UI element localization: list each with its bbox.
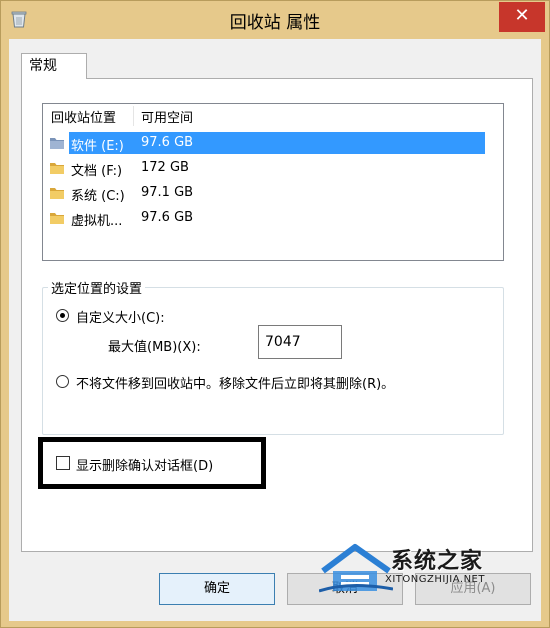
confirm-delete-label[interactable]: 显示删除确认对话框(D) [76, 455, 213, 474]
free-space-value: 97.6 GB [141, 135, 194, 150]
free-space-value: 172 GB [141, 160, 189, 175]
list-item[interactable]: 软件 (E:) 97.6 GB [43, 132, 503, 154]
recycle-bin-location-list[interactable]: 回收站位置 可用空间 软件 (E:) 97.6 GB 文档 (F:) 172 G… [42, 103, 504, 261]
location-name: 文档 (F:) [71, 164, 123, 179]
column-header-location[interactable]: 回收站位置 [51, 107, 135, 126]
list-item[interactable]: 虚拟机... 97.6 GB [43, 207, 503, 229]
selection-highlight [69, 132, 485, 154]
location-name: 系统 (C:) [71, 189, 125, 204]
location-name: 软件 (E:) [71, 139, 124, 154]
free-space-value: 97.6 GB [141, 210, 194, 225]
no-move-radio[interactable] [56, 375, 69, 388]
watermark: 系统之家 XITONGZHIJIA.NET [319, 541, 519, 597]
custom-size-label[interactable]: 自定义大小(C): [76, 307, 165, 326]
folder-icon [50, 188, 64, 199]
watermark-url: XITONGZHIJIA.NET [385, 574, 485, 585]
properties-window: 回收站 属性 ✕ 常规 回收站位置 可用空间 软件 (E:) 97.6 GB 文… [0, 0, 550, 628]
folder-icon [50, 213, 64, 224]
tab-panel-general: 回收站位置 可用空间 软件 (E:) 97.6 GB 文档 (F:) 172 G… [21, 78, 533, 552]
window-title: 回收站 属性 [229, 13, 321, 33]
folder-icon [50, 163, 64, 174]
watermark-brand: 系统之家 [391, 549, 484, 574]
close-button[interactable]: ✕ [499, 2, 545, 32]
group-title: 选定位置的设置 [48, 278, 146, 297]
folder-icon [50, 138, 64, 149]
custom-size-radio[interactable] [56, 309, 69, 322]
close-icon: ✕ [514, 5, 530, 26]
column-separator[interactable] [133, 106, 134, 126]
dialog-client: 常规 回收站位置 可用空间 软件 (E:) 97.6 GB 文档 (F:) 17… [9, 39, 541, 621]
max-size-input[interactable] [258, 325, 342, 359]
confirm-delete-checkbox[interactable] [56, 456, 70, 470]
max-value-label: 最大值(MB)(X): [108, 340, 201, 355]
list-header: 回收站位置 可用空间 [43, 104, 503, 128]
column-header-free-space[interactable]: 可用空间 [141, 107, 193, 126]
list-item[interactable]: 系统 (C:) 97.1 GB [43, 182, 503, 204]
ok-button[interactable]: 确定 [159, 573, 275, 605]
title-bar[interactable]: 回收站 属性 ✕ [1, 1, 549, 39]
tab-general[interactable]: 常规 [21, 53, 87, 79]
house-logo-icon [319, 544, 393, 593]
location-name: 虚拟机... [71, 214, 123, 229]
free-space-value: 97.1 GB [141, 185, 194, 200]
no-move-label[interactable]: 不将文件移到回收站中。移除文件后立即将其删除(R)。 [76, 373, 394, 392]
list-item[interactable]: 文档 (F:) 172 GB [43, 157, 503, 179]
